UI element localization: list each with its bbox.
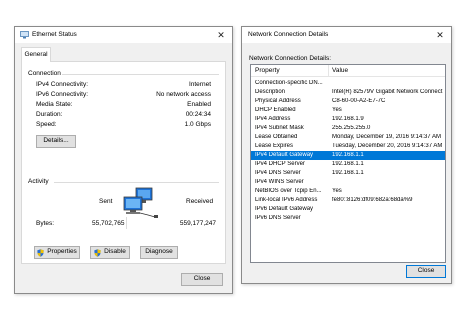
general-tab-panel: Connection IPv4 Connectivity: Internet I…: [21, 61, 226, 264]
ethernet-status-titlebar[interactable]: Ethernet Status ✕: [15, 27, 232, 43]
duration-value: 00:24:34: [185, 111, 211, 118]
close-icon[interactable]: ✕: [433, 29, 447, 41]
property-cell: Description: [255, 89, 286, 95]
activity-heading: Activity: [28, 178, 49, 185]
list-item[interactable]: IPv4 DHCP Server 192.168.1.1: [251, 160, 445, 169]
list-item[interactable]: Physical Address C8-60-00-A2-E7-7C: [251, 97, 445, 106]
value-cell: C8-60-00-A2-E7-7C: [332, 98, 386, 104]
shield-icon: [37, 248, 44, 257]
value-cell: Yes: [332, 188, 342, 194]
received-label: Received: [186, 198, 214, 205]
list-item[interactable]: IPv4 Subnet Mask 255.255.255.0: [251, 124, 445, 133]
property-cell: IPv4 Default Gateway: [255, 152, 314, 158]
property-cell: Physical Address: [255, 98, 301, 104]
disable-button-label: Disable: [104, 248, 126, 256]
connection-details-window: Network Connection Details ✕ Network Con…: [241, 26, 452, 284]
list-item[interactable]: Link-local IPv6 Address fe80::8126:df09:…: [251, 196, 445, 205]
properties-button-label: Properties: [47, 248, 77, 256]
divider: [62, 74, 219, 75]
property-cell: NetBIOS over Tcpip En...: [255, 188, 322, 194]
list-header: Property Value: [251, 65, 445, 77]
property-cell: IPv4 WINS Server: [255, 179, 304, 185]
property-cell: IPv4 DHCP Server: [255, 161, 305, 167]
bytes-label: Bytes:: [36, 220, 55, 227]
close-icon[interactable]: ✕: [214, 29, 228, 41]
diagnose-button[interactable]: Diagnose: [140, 246, 178, 259]
sent-label: Sent: [99, 198, 113, 205]
value-cell: Monday, December 19, 2016 9:14:37 AM: [332, 134, 441, 140]
list-item[interactable]: Lease Obtained Monday, December 19, 2016…: [251, 133, 445, 142]
divider: [54, 182, 219, 183]
value-cell: 192.168.1.1: [332, 161, 364, 167]
list-item[interactable]: Description Intel(R) 82579V Gigabit Netw…: [251, 88, 445, 97]
column-header-value[interactable]: Value: [332, 67, 348, 74]
property-cell: IPv4 Subnet Mask: [255, 125, 304, 131]
list-item[interactable]: NetBIOS over Tcpip En... Yes: [251, 187, 445, 196]
list-item[interactable]: IPv4 Address 192.168.1.9: [251, 115, 445, 124]
list-item[interactable]: Lease Expires Tuesday, December 20, 2016…: [251, 142, 445, 151]
speed-label: Speed:: [36, 121, 57, 128]
tab-strip: General: [21, 47, 226, 62]
divider: [126, 217, 127, 229]
details-button[interactable]: Details...: [36, 135, 76, 148]
value-cell: 192.168.1.9: [332, 116, 364, 122]
property-cell: Link-local IPv6 Address: [255, 197, 318, 203]
media-state-label: Media State:: [36, 101, 73, 108]
tab-general[interactable]: General: [21, 47, 51, 62]
close-button[interactable]: Close: [406, 265, 446, 278]
ipv6-connectivity-label: IPv6 Connectivity:: [36, 91, 89, 98]
column-separator[interactable]: [328, 65, 329, 77]
list-item[interactable]: IPv6 Default Gateway: [251, 205, 445, 214]
value-cell: 192.168.1.1: [332, 152, 364, 158]
ipv6-connectivity-value: No network access: [156, 91, 211, 98]
connection-heading: Connection: [28, 70, 61, 77]
network-activity-icon: [123, 187, 158, 218]
details-subtitle: Network Connection Details:: [249, 55, 332, 62]
close-button[interactable]: Close: [181, 273, 223, 286]
speed-value: 1.0 Gbps: [184, 121, 211, 128]
window-title: Network Connection Details: [248, 31, 329, 38]
property-cell: Connection-specific DN...: [255, 80, 323, 86]
shield-icon: [94, 248, 101, 257]
list-item[interactable]: DHCP Enabled Yes: [251, 106, 445, 115]
property-cell: IPv6 Default Gateway: [255, 206, 314, 212]
disable-button[interactable]: Disable: [90, 246, 130, 259]
ipv4-connectivity-value: Internet: [188, 81, 211, 88]
properties-button[interactable]: Properties: [34, 246, 80, 259]
value-cell: fe80::8126:df09:682a:68da%9: [332, 197, 413, 203]
property-cell: IPv6 DNS Server: [255, 215, 301, 221]
list-item[interactable]: Connection-specific DN...: [251, 79, 445, 88]
list-item[interactable]: IPv6 DNS Server: [251, 214, 445, 223]
ipv4-connectivity-label: IPv4 Connectivity:: [36, 81, 89, 88]
value-cell: Yes: [332, 107, 342, 113]
ethernet-icon: [20, 31, 29, 39]
value-cell: Tuesday, December 20, 2016 9:14:37 AM: [332, 143, 443, 149]
details-list[interactable]: Property Value Connection-specific DN...…: [250, 64, 446, 263]
bytes-received-value: 559,177,247: [179, 220, 216, 227]
list-item-selected[interactable]: IPv4 Default Gateway 192.168.1.1: [251, 151, 445, 160]
duration-label: Duration:: [36, 111, 63, 118]
list-item[interactable]: IPv4 DNS Server 192.168.1.1: [251, 169, 445, 178]
window-title: Ethernet Status: [32, 31, 77, 38]
property-cell: DHCP Enabled: [255, 107, 296, 113]
ethernet-status-window: Ethernet Status ✕ General Connection IPv…: [14, 26, 233, 294]
value-cell: 255.255.255.0: [332, 125, 371, 131]
value-cell: 192.168.1.1: [332, 170, 364, 176]
list-item[interactable]: IPv4 WINS Server: [251, 178, 445, 187]
media-state-value: Enabled: [187, 101, 211, 108]
bytes-sent-value: 55,702,765: [92, 220, 125, 227]
property-cell: Lease Obtained: [255, 134, 298, 140]
property-cell: IPv4 Address: [255, 116, 291, 122]
value-cell: Intel(R) 82579V Gigabit Network Connect: [332, 89, 443, 95]
property-cell: IPv4 DNS Server: [255, 170, 301, 176]
column-header-property[interactable]: Property: [255, 67, 280, 74]
connection-details-titlebar[interactable]: Network Connection Details ✕: [242, 27, 451, 43]
property-cell: Lease Expires: [255, 143, 294, 149]
